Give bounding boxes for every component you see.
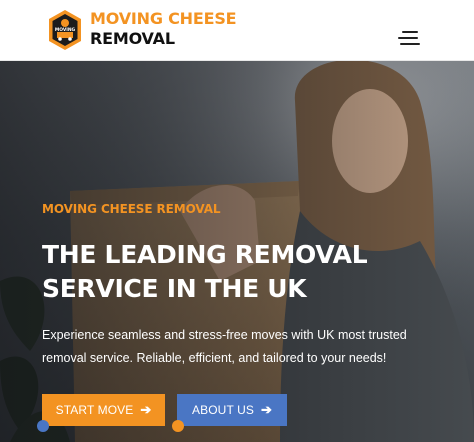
- about-us-label: ABOUT US: [192, 403, 254, 417]
- company-logo[interactable]: MOVING: [48, 9, 82, 51]
- hero-description: Experience seamless and stress-free move…: [42, 324, 462, 370]
- start-move-button[interactable]: START MOVE ➔: [37, 394, 165, 432]
- description-line-1: Experience seamless and stress-free move…: [42, 328, 407, 342]
- arrow-right-icon: ➔: [260, 402, 272, 417]
- headline-line-2: SERVICE IN THE UK: [42, 274, 307, 303]
- logo-icon: MOVING: [49, 10, 81, 50]
- brand-subname[interactable]: REMOVAL: [90, 29, 175, 48]
- hero-eyebrow: MOVING CHEESE REMOVAL: [42, 202, 221, 216]
- description-line-2: removal service. Reliable, efficient, an…: [42, 351, 387, 365]
- headline-line-1: THE LEADING REMOVAL: [42, 240, 368, 269]
- svg-text:MOVING: MOVING: [55, 27, 76, 33]
- decorative-dot: [172, 420, 184, 432]
- decorative-dot: [37, 420, 49, 432]
- start-move-label: START MOVE: [55, 403, 134, 417]
- arrow-right-icon: ➔: [140, 402, 152, 417]
- hamburger-menu-button[interactable]: [398, 28, 424, 48]
- hamburger-icon: [402, 31, 418, 33]
- site-header: MOVING MOVING CHEESE REMOVAL: [0, 0, 474, 61]
- brand-name[interactable]: MOVING CHEESE: [90, 9, 237, 28]
- about-us-button[interactable]: ABOUT US ➔: [172, 394, 287, 432]
- hero-headline: THE LEADING REMOVAL SERVICE IN THE UK: [42, 238, 462, 306]
- hero-section: MOVING CHEESE REMOVAL THE LEADING REMOVA…: [0, 61, 474, 442]
